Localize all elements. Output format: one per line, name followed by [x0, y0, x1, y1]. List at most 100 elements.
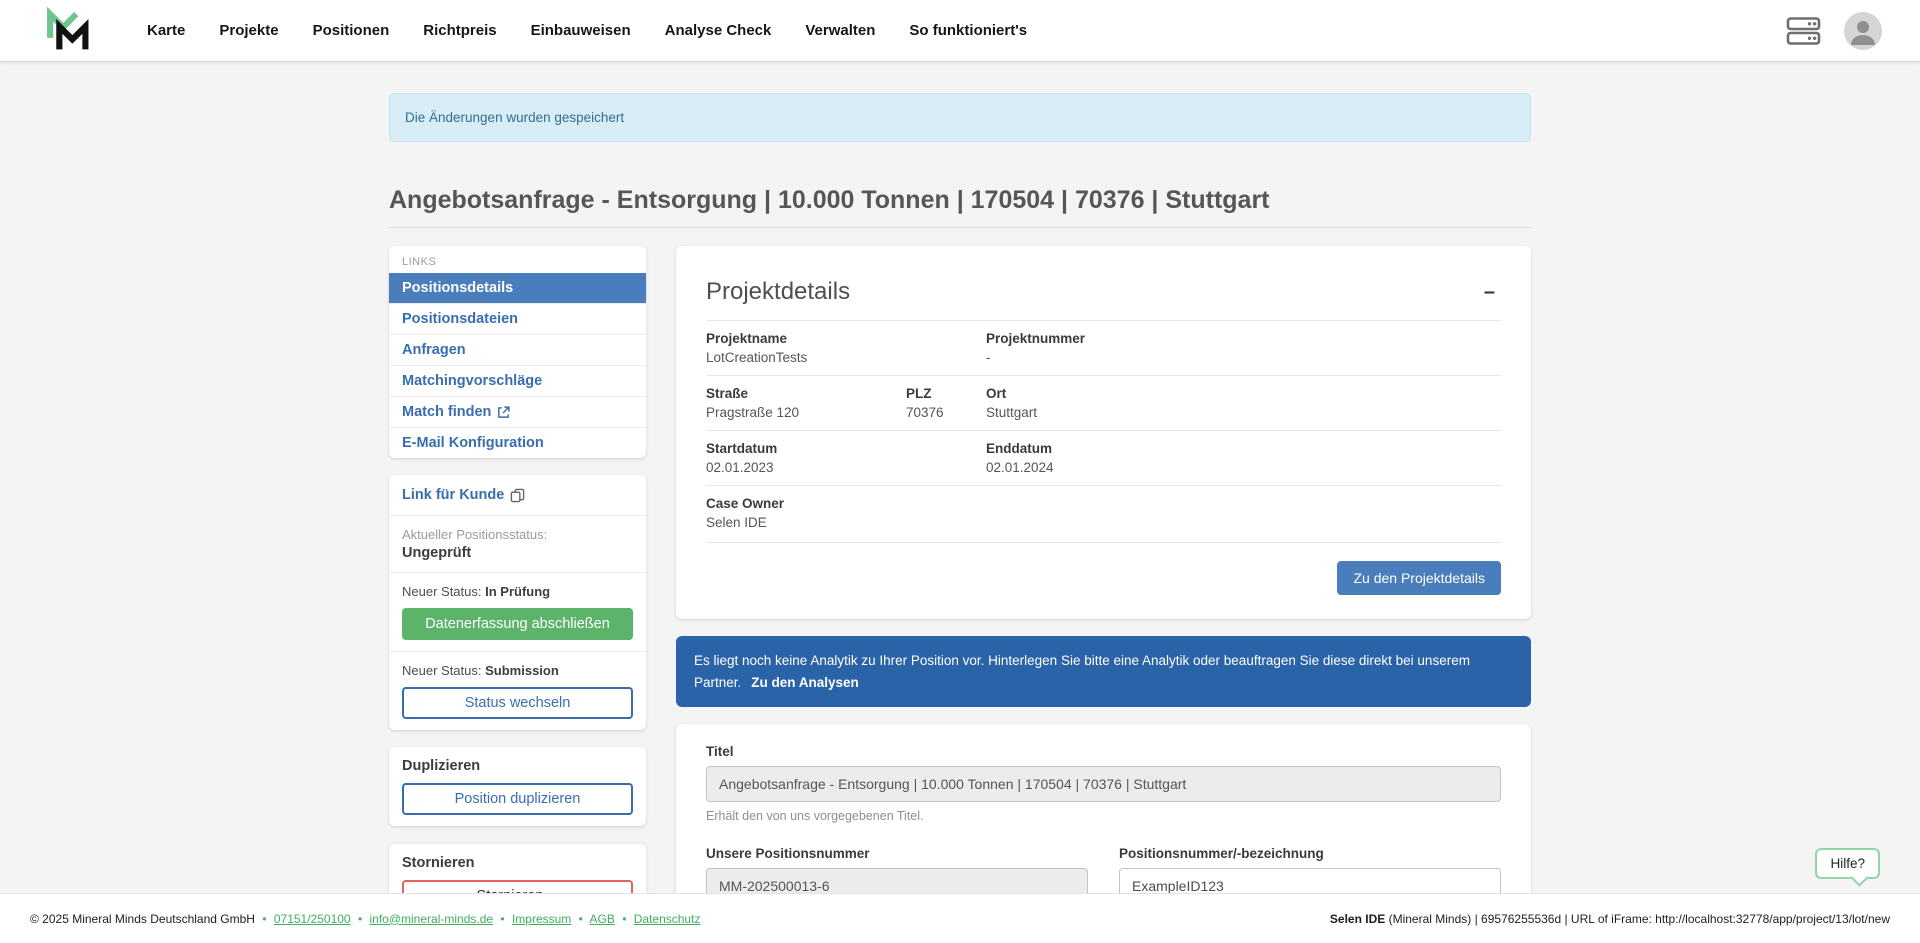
footer-separator: • — [262, 912, 266, 926]
footer-separator: • — [500, 912, 504, 926]
field-startdatum: Startdatum 02.01.2023 — [706, 441, 986, 475]
field-label: Projektnummer — [986, 331, 1501, 346]
field-ort: Ort Stuttgart — [986, 386, 1501, 420]
titel-input — [706, 766, 1501, 802]
nav-item-einbauweisen[interactable]: Einbauweisen — [514, 0, 648, 61]
analytics-banner: Es liegt noch keine Analytik zu Ihrer Po… — [676, 636, 1531, 707]
next-status-value: In Prüfung — [485, 584, 550, 599]
cancel-heading: Stornieren — [402, 855, 633, 871]
duplicate-heading: Duplizieren — [402, 758, 633, 774]
next-status-line: Neuer Status: Submission — [402, 663, 633, 678]
project-details-row: Projektname LotCreationTests Projektnumm… — [706, 320, 1501, 375]
project-details-row: Case Owner Selen IDE — [706, 485, 1501, 540]
field-value: LotCreationTests — [706, 350, 986, 365]
sidebar-item-label: Positionsdetails — [402, 280, 513, 296]
field-plz: PLZ 70376 — [906, 386, 986, 420]
titel-helper: Erhält den von uns vorgegebenen Titel. — [706, 809, 1501, 823]
sidebar-item-matchingvorschlaege[interactable]: Matchingvorschläge — [389, 365, 646, 396]
pos-number-label: Positionsnummer/-bezeichnung — [1119, 846, 1501, 861]
header-right — [1786, 12, 1882, 50]
app-viewport: Karte Projekte Positionen Richtpreis Ein… — [0, 0, 1920, 943]
nav-item-so-funktionierts[interactable]: So funktioniert's — [892, 0, 1044, 61]
user-avatar[interactable] — [1844, 12, 1882, 50]
next-status-line: Neuer Status: In Prüfung — [402, 584, 633, 599]
our-number-label: Unsere Positionsnummer — [706, 846, 1088, 861]
field-value: 02.01.2024 — [986, 460, 1501, 475]
title-divider — [389, 227, 1531, 228]
field-label: Projektname — [706, 331, 986, 346]
logo-icon — [44, 5, 90, 57]
session-user: Selen IDE — [1330, 912, 1385, 926]
duplicate-card: Duplizieren Position duplizieren — [389, 747, 646, 826]
save-confirmation-alert: Die Änderungen wurden gespeichert — [389, 93, 1531, 142]
field-label: Startdatum — [706, 441, 986, 456]
footer-separator: • — [622, 912, 626, 926]
field-label: Straße — [706, 386, 906, 401]
finish-data-entry-button[interactable]: Datenerfassung abschließen — [402, 608, 633, 640]
sidebar-item-anfragen[interactable]: Anfragen — [389, 334, 646, 365]
footer-link-email[interactable]: info@mineral-minds.de — [369, 912, 493, 926]
field-value: Selen IDE — [706, 515, 1501, 530]
alert-text: Die Änderungen wurden gespeichert — [405, 110, 624, 125]
person-icon — [1844, 12, 1882, 50]
duplicate-position-button[interactable]: Position duplizieren — [402, 783, 633, 815]
project-details-row: Straße Pragstraße 120 PLZ 70376 Ort Stut… — [706, 375, 1501, 430]
sidebar-item-label: Anfragen — [402, 342, 466, 358]
field-value: 02.01.2023 — [706, 460, 986, 475]
collapse-icon[interactable]: – — [1478, 278, 1501, 306]
nav-item-projekte[interactable]: Projekte — [202, 0, 295, 61]
current-status-label: Aktueller Positionsstatus: — [402, 527, 633, 542]
sidebar-item-match-finden[interactable]: Match finden — [389, 396, 646, 427]
project-details-heading: Projektdetails — [706, 278, 850, 306]
sidebar-item-email-konfiguration[interactable]: E-Mail Konfiguration — [389, 427, 646, 458]
field-case-owner: Case Owner Selen IDE — [706, 496, 1501, 530]
footer: © 2025 Mineral Minds Deutschland GmbH • … — [0, 893, 1920, 943]
footer-left: © 2025 Mineral Minds Deutschland GmbH • … — [30, 912, 700, 926]
sidebar-item-label: Matchingvorschläge — [402, 373, 542, 389]
nav-item-richtpreis[interactable]: Richtpreis — [406, 0, 513, 61]
sidebar-links-card: LINKS Positionsdetails Positionsdateien … — [389, 246, 646, 458]
help-button[interactable]: Hilfe? — [1815, 848, 1880, 879]
footer-session-info: Selen IDE (Mineral Minds) | 69576255536d… — [1330, 912, 1890, 926]
field-enddatum: Enddatum 02.01.2024 — [986, 441, 1501, 475]
field-label: Ort — [986, 386, 1501, 401]
top-navbar: Karte Projekte Positionen Richtpreis Ein… — [0, 0, 1920, 61]
project-details-card: Projektdetails – Projektname LotCreation… — [676, 246, 1531, 619]
next-status-prefix: Neuer Status: — [402, 584, 485, 599]
field-value: Pragstraße 120 — [706, 405, 906, 420]
nav-item-analyse-check[interactable]: Analyse Check — [648, 0, 789, 61]
footer-link-phone[interactable]: 07151/250100 — [274, 912, 351, 926]
field-label: Enddatum — [986, 441, 1501, 456]
field-projektnummer: Projektnummer - — [986, 331, 1501, 365]
nav-item-karte[interactable]: Karte — [130, 0, 202, 61]
sidebar-item-label: Match finden — [402, 404, 491, 420]
nav-item-verwalten[interactable]: Verwalten — [788, 0, 892, 61]
links-section-label: LINKS — [389, 246, 646, 273]
titel-label: Titel — [706, 744, 1501, 759]
external-link-icon — [497, 406, 510, 419]
sidebar-item-positionsdetails[interactable]: Positionsdetails — [389, 273, 646, 303]
current-status-value: Ungeprüft — [402, 545, 633, 561]
go-to-project-details-button[interactable]: Zu den Projektdetails — [1337, 561, 1501, 595]
footer-link-impressum[interactable]: Impressum — [512, 912, 571, 926]
field-label: Case Owner — [706, 496, 1501, 511]
field-value: - — [986, 350, 1501, 365]
change-status-button[interactable]: Status wechseln — [402, 687, 633, 719]
sidebar-item-label: Positionsdateien — [402, 311, 518, 327]
project-details-row: Startdatum 02.01.2023 Enddatum 02.01.202… — [706, 430, 1501, 485]
mineral-minds-logo[interactable] — [44, 5, 90, 57]
go-to-analyses-link[interactable]: Zu den Analysen — [751, 675, 859, 690]
status-card: Link für Kunde Aktueller Positionsstatus… — [389, 475, 646, 730]
main-nav: Karte Projekte Positionen Richtpreis Ein… — [130, 0, 1044, 61]
nav-item-positionen[interactable]: Positionen — [296, 0, 407, 61]
footer-separator: • — [358, 912, 362, 926]
footer-link-datenschutz[interactable]: Datenschutz — [634, 912, 701, 926]
copyright-text: © 2025 Mineral Minds Deutschland GmbH — [30, 912, 255, 926]
customer-link[interactable]: Link für Kunde — [402, 487, 525, 503]
next-status-value: Submission — [485, 663, 559, 678]
footer-link-agb[interactable]: AGB — [590, 912, 615, 926]
sidebar-item-positionsdateien[interactable]: Positionsdateien — [389, 303, 646, 334]
field-value: 70376 — [906, 405, 986, 420]
server-stack-icon[interactable] — [1786, 15, 1822, 47]
sidebar-item-label: E-Mail Konfiguration — [402, 435, 544, 451]
